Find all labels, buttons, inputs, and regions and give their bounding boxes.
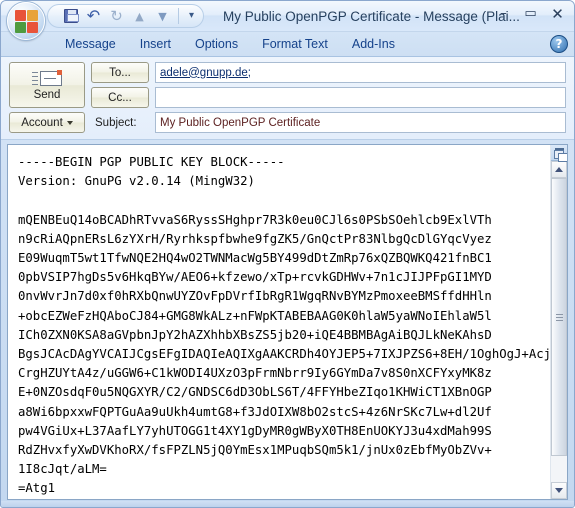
tab-options[interactable]: Options [183, 32, 250, 56]
save-button[interactable] [60, 6, 81, 26]
arrow-down-icon: ▼ [158, 9, 167, 23]
send-button[interactable]: Send [9, 62, 85, 108]
address-fields: To... adele@gnupp.de; Cc... Subject: My … [91, 62, 566, 134]
tab-format-text[interactable]: Format Text [250, 32, 340, 56]
ribbon-tab-bar: Message Insert Options Format Text Add-I… [1, 32, 574, 57]
undo-icon: ↶ [86, 6, 101, 25]
office-button[interactable] [7, 2, 45, 40]
tab-message[interactable]: Message [53, 32, 128, 56]
window-bottom-edge [1, 501, 574, 507]
help-icon[interactable]: ? [550, 35, 568, 53]
message-body-text[interactable]: -----BEGIN PGP PUBLIC KEY BLOCK----- Ver… [8, 145, 550, 499]
chevron-down-icon [66, 120, 73, 125]
save-icon [63, 9, 79, 23]
undo-button[interactable]: ↶ [83, 6, 104, 26]
tab-add-ins[interactable]: Add-Ins [340, 32, 407, 56]
subject-input[interactable]: My Public OpenPGP Certificate [155, 112, 566, 133]
scrollbar-thumb[interactable] [551, 178, 567, 456]
subject-row: Subject: My Public OpenPGP Certificate [91, 112, 566, 133]
window-title: My Public OpenPGP Certificate - Message … [223, 9, 520, 24]
scroll-up-button[interactable] [551, 161, 567, 178]
redo-button[interactable]: ↻ [106, 6, 127, 26]
send-column: Send Account [9, 62, 85, 134]
chevron-down-icon: ▾ [188, 10, 195, 21]
previous-item-button[interactable]: ▲ [129, 6, 150, 26]
split-pane-handle[interactable] [551, 145, 567, 162]
account-button-label: Account [21, 116, 63, 129]
arrow-up-icon [555, 167, 563, 172]
subject-label: Subject: [95, 116, 137, 129]
arrow-up-icon: ▲ [135, 9, 144, 23]
redo-icon: ↻ [110, 6, 123, 25]
split-pane-icon [554, 150, 567, 162]
cc-button[interactable]: Cc... [91, 87, 149, 108]
next-item-button[interactable]: ▼ [152, 6, 173, 26]
to-value: adele@gnupp.de; [160, 66, 251, 79]
customize-quick-access-button[interactable]: ▾ [184, 6, 199, 26]
compose-header: Send Account To... adele@gnupp.de; Cc... [1, 57, 574, 140]
scroll-down-button[interactable] [551, 482, 567, 499]
scrollbar-track[interactable] [551, 178, 567, 482]
envelope-icon [32, 69, 62, 87]
toolbar-divider [178, 8, 179, 24]
minimize-button[interactable]: – [491, 4, 516, 23]
quick-access-toolbar: ↶ ↻ ▲ ▼ ▾ [47, 4, 204, 28]
account-button[interactable]: Account [9, 112, 85, 133]
cc-row: Cc... [91, 87, 566, 108]
title-bar: ↶ ↻ ▲ ▼ ▾ My Public OpenPGP Certificate … [1, 1, 574, 40]
outlook-compose-window: ↶ ↻ ▲ ▼ ▾ My Public OpenPGP Certificate … [0, 0, 575, 508]
message-body-pane: -----BEGIN PGP PUBLIC KEY BLOCK----- Ver… [7, 144, 568, 500]
tab-insert[interactable]: Insert [128, 32, 183, 56]
office-logo-icon [15, 10, 38, 33]
send-button-label: Send [33, 88, 61, 101]
to-row: To... adele@gnupp.de; [91, 62, 566, 83]
to-button[interactable]: To... [91, 62, 149, 83]
vertical-scrollbar[interactable] [550, 145, 567, 499]
subject-value: My Public OpenPGP Certificate [160, 116, 321, 129]
to-input[interactable]: adele@gnupp.de; [155, 62, 566, 83]
cc-input[interactable] [155, 87, 566, 108]
window-controls: – ▭ ✕ [491, 4, 570, 23]
arrow-down-icon [555, 488, 563, 493]
maximize-button[interactable]: ▭ [518, 4, 543, 23]
close-button[interactable]: ✕ [545, 4, 570, 23]
